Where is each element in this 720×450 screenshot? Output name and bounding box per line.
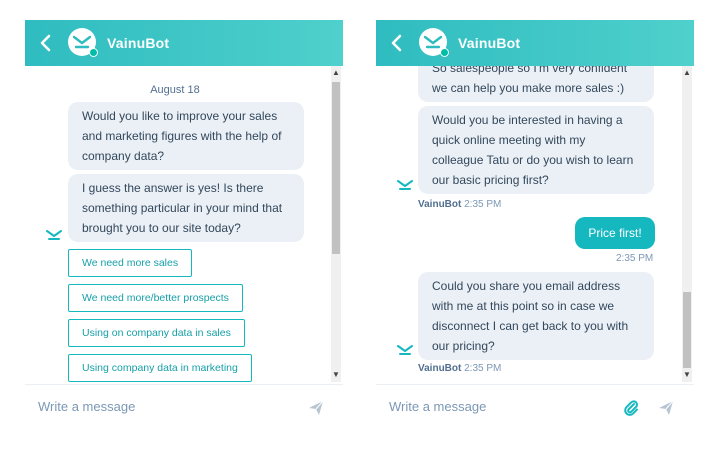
message-line: we can help you make more sales :) [432,81,625,95]
scroll-up-arrow[interactable]: ▲ [332,68,340,78]
send-button[interactable] [657,399,675,417]
attach-button[interactable] [623,399,639,417]
message-line: Would you be interested in having a [432,113,623,127]
message-composer: Write a message [25,384,343,432]
scroll-down-arrow[interactable]: ▼ [683,370,691,380]
message-meta: VainuBot 2:35 PM [418,199,501,210]
bot-message: I guess the answer is yes! Is there some… [68,174,304,242]
quick-reply-better-prospects[interactable]: We need more/better prospects [68,284,243,312]
quick-reply-data-in-sales[interactable]: Using on company data in sales [68,319,245,347]
quick-reply-more-sales[interactable]: We need more sales [68,249,193,277]
bot-message: So salespeople so I'm very confident we … [418,66,654,102]
online-status-dot [440,48,449,57]
message-list: August 18 Would you like to improve your… [25,66,343,382]
back-button[interactable] [36,32,56,54]
send-button[interactable] [307,399,325,417]
quick-reply-data-in-marketing[interactable]: Using company data in marketing [68,354,252,382]
scrollbar[interactable]: ▲ ▼ [331,66,341,382]
chat-header: VainuBot [25,20,343,66]
online-status-dot [89,48,98,57]
vainubot-logo-icon [397,345,413,355]
message-line: So salespeople so I'm very confident [432,66,628,75]
message-time: 2:35 PM [616,253,654,264]
vainubot-logo-icon [397,180,413,190]
message-input[interactable]: Write a message [38,399,258,414]
paper-plane-icon [309,400,324,415]
avatar [68,28,98,57]
message-line: and marketing figures with the help of [82,129,282,143]
message-line: colleague Tatu or do you wish to learn [432,153,634,167]
chat-widget-right: VainuBot So salespeople so I'm very conf… [376,20,694,442]
scrollbar[interactable]: ▲ ▼ [682,66,692,382]
message-time: 2:35 PM [464,199,502,210]
sender-name: VainuBot [418,199,462,210]
message-meta: VainuBot 2:35 PM [418,363,501,374]
scroll-up-arrow[interactable]: ▲ [683,68,691,78]
chat-header: VainuBot [376,20,694,66]
bot-name: VainuBot [107,35,170,51]
user-message: Price first! [575,217,655,249]
message-line: Would you like to improve your sales [82,109,278,123]
message-line: our pricing? [432,339,495,353]
message-line: company data? [82,149,165,163]
message-composer: Write a message [376,384,694,432]
message-line: Could you share you email address [432,279,621,293]
message-line: I guess the answer is yes! Is there [82,181,264,195]
message-line: brought you to our site today? [82,221,241,235]
paperclip-icon [624,400,638,416]
vainubot-logo-icon [46,230,62,240]
bot-message: Would you be interested in having a quic… [418,106,654,194]
message-line: with me at this point so in case we [432,299,615,313]
paper-plane-icon [659,400,674,415]
message-input[interactable]: Write a message [389,399,609,414]
back-button[interactable] [387,32,407,54]
message-list: So salespeople so I'm very confident we … [376,66,694,382]
message-line: disconnect I can get back to you with [432,319,629,333]
bot-message: Would you like to improve your sales and… [68,102,304,170]
scrollbar-thumb[interactable] [332,82,340,254]
message-time: 2:35 PM [464,363,502,374]
date-separator: August 18 [150,84,200,96]
vainubot-logo-icon [424,35,442,49]
message-line: our basic pricing first? [432,173,549,187]
chevron-left-icon [40,34,51,52]
message-line: quick online meeting with my [432,133,586,147]
vainubot-logo-icon [73,35,91,49]
bot-name: VainuBot [458,35,521,51]
chevron-left-icon [391,34,402,52]
avatar [419,28,449,57]
message-line: something particular in your mind that [82,201,283,215]
bot-message: Could you share you email address with m… [418,272,654,360]
chat-widget-left: VainuBot August 18 Would you like to imp… [25,20,343,442]
sender-name: VainuBot [418,363,462,374]
scroll-down-arrow[interactable]: ▼ [332,370,340,380]
scrollbar-thumb[interactable] [683,292,691,368]
